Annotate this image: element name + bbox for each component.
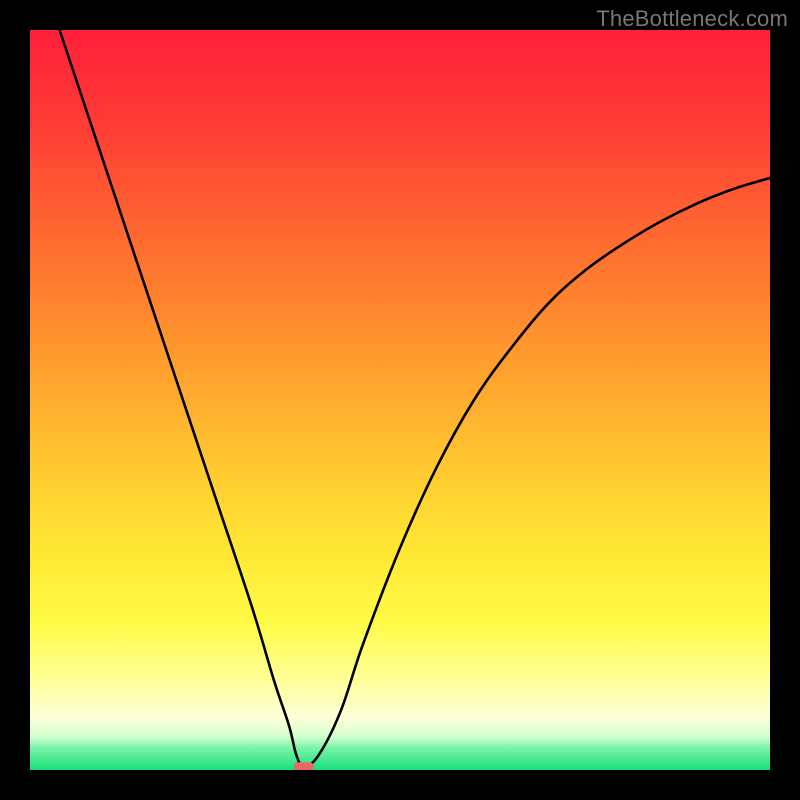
chart-svg <box>30 30 770 770</box>
chart-frame <box>30 30 770 770</box>
optimal-marker <box>294 762 314 770</box>
gradient-background <box>30 30 770 770</box>
watermark-text: TheBottleneck.com <box>596 6 788 32</box>
